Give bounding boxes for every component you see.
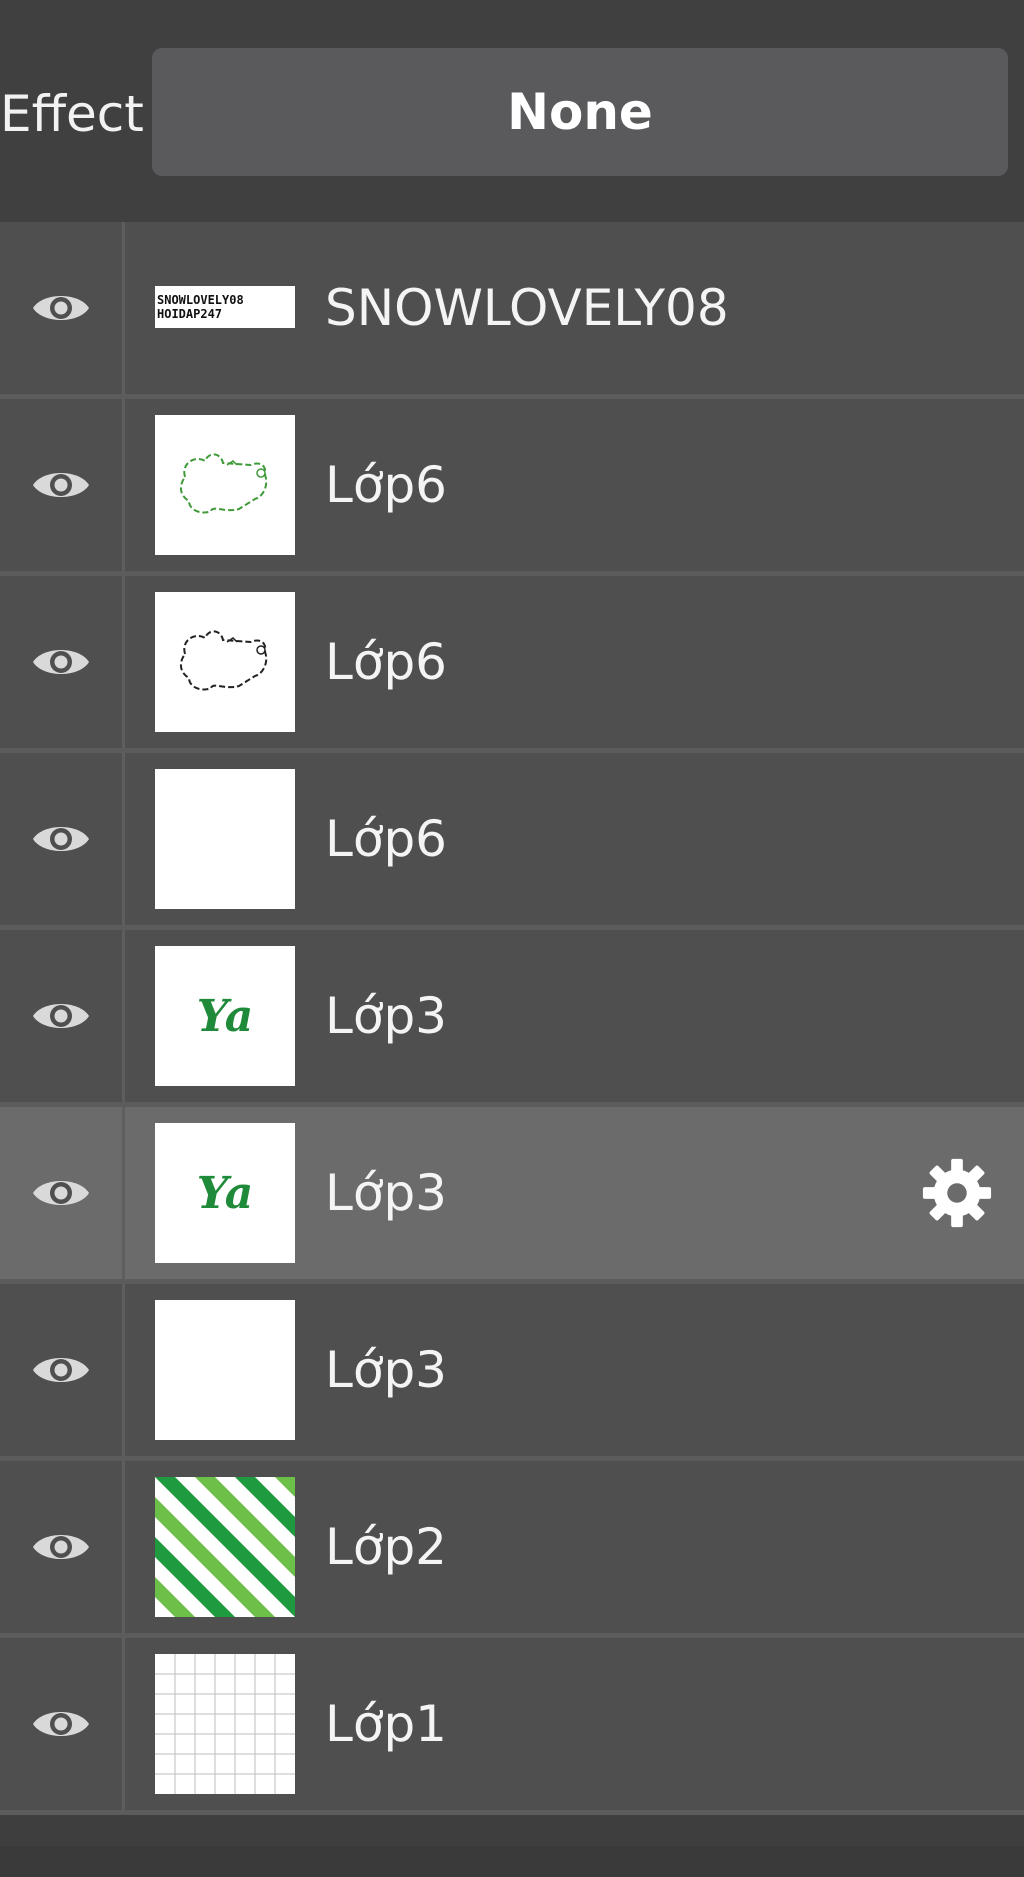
layer-thumbnail <box>155 769 295 909</box>
effect-select-button[interactable]: None <box>152 48 1008 176</box>
eye-icon[interactable] <box>0 753 125 925</box>
eye-icon[interactable] <box>0 576 125 748</box>
thumbnail-text: HOIDAP247 <box>157 307 223 321</box>
layer-row[interactable]: Lớp6 <box>0 399 1024 576</box>
eye-icon[interactable] <box>0 1638 125 1810</box>
layer-thumbnail: Ya <box>155 1123 295 1263</box>
layer-thumbnail <box>155 592 295 732</box>
layer-thumbnail <box>155 1477 295 1617</box>
eye-icon[interactable] <box>0 222 125 394</box>
gear-icon[interactable] <box>920 1156 994 1230</box>
thumbnail-text: Ya <box>196 1167 254 1219</box>
thumbnail-text: SNOWLOVELY08 <box>157 293 244 307</box>
layer-row[interactable]: Lớp2 <box>0 1461 1024 1638</box>
layers-panel: Effect None SNOWLOVELY08 HOIDAP247 SNOWLOV… <box>0 0 1024 1877</box>
layer-row[interactable]: Ya Lớp3 <box>0 1107 1024 1284</box>
layer-name: Lớp6 <box>325 633 447 691</box>
layer-name: Lớp2 <box>325 1518 447 1576</box>
layer-list: SNOWLOVELY08 HOIDAP247 SNOWLOVELY08 Lớp6 Lớp… <box>0 222 1024 1815</box>
effect-label: Effect <box>0 85 144 143</box>
layer-name: Lớp3 <box>325 1341 447 1399</box>
layer-name: Lớp3 <box>325 1164 447 1222</box>
layer-thumbnail <box>155 1300 295 1440</box>
eye-icon[interactable] <box>0 1284 125 1456</box>
layer-name: Lớp3 <box>325 987 447 1045</box>
layer-row[interactable]: SNOWLOVELY08 HOIDAP247 SNOWLOVELY08 <box>0 222 1024 399</box>
layer-row[interactable]: Lớp1 <box>0 1638 1024 1815</box>
layer-thumbnail: SNOWLOVELY08 HOIDAP247 <box>155 286 295 328</box>
layer-name: Lớp1 <box>325 1695 447 1753</box>
layer-name: SNOWLOVELY08 <box>325 279 729 337</box>
eye-icon[interactable] <box>0 399 125 571</box>
layer-thumbnail <box>155 415 295 555</box>
effect-bar: Effect None <box>0 0 1024 222</box>
layer-name: Lớp6 <box>325 810 447 868</box>
layer-row[interactable]: Lớp6 <box>0 753 1024 930</box>
eye-icon[interactable] <box>0 1461 125 1633</box>
layer-row[interactable]: Lớp3 <box>0 1284 1024 1461</box>
layer-row[interactable]: Ya Lớp3 <box>0 930 1024 1107</box>
thumbnail-text: Ya <box>196 990 254 1042</box>
layer-name: Lớp6 <box>325 456 447 514</box>
eye-icon[interactable] <box>0 930 125 1102</box>
bottom-strip <box>0 1846 1024 1877</box>
layer-row[interactable]: Lớp6 <box>0 576 1024 753</box>
layer-thumbnail: Ya <box>155 946 295 1086</box>
eye-icon[interactable] <box>0 1107 125 1279</box>
layer-thumbnail <box>155 1654 295 1794</box>
